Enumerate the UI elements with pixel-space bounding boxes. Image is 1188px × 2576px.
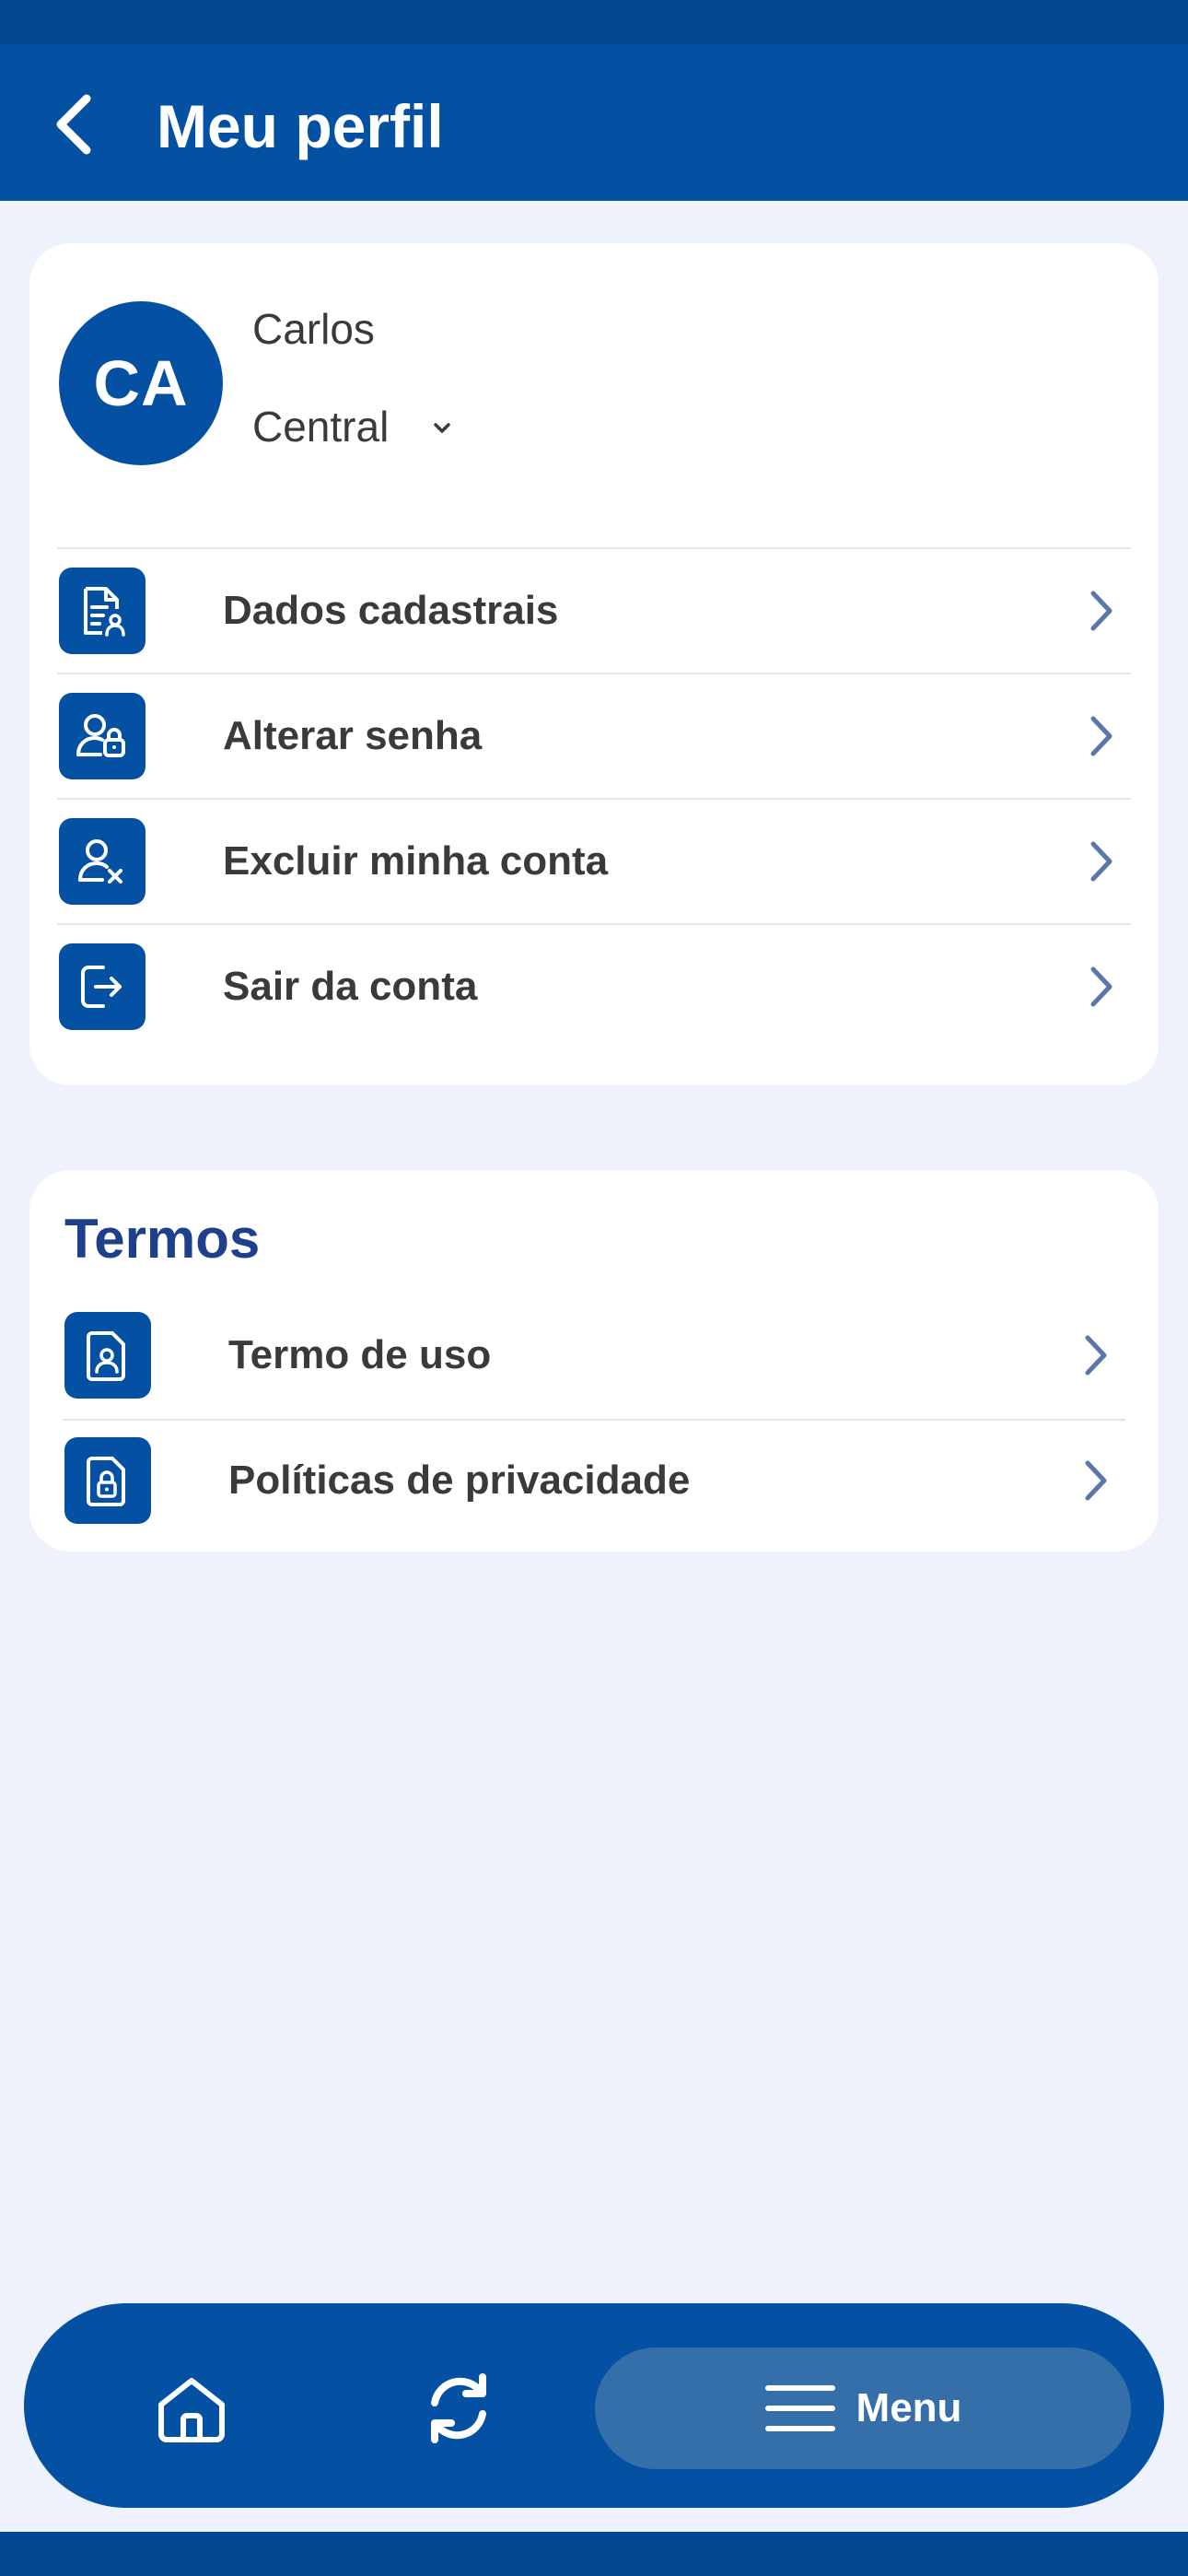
logout-icon: [59, 943, 146, 1030]
menu-item-excluir-conta[interactable]: Excluir minha conta: [57, 800, 1131, 923]
unit-selector[interactable]: Central: [252, 402, 451, 451]
menu-item-label: Políticas de privacidade: [228, 1458, 691, 1503]
user-lock-icon: [59, 693, 146, 779]
chevron-right-icon: [1083, 838, 1120, 884]
avatar: CA: [59, 301, 223, 465]
chevron-left-icon: [56, 94, 91, 155]
back-button[interactable]: [46, 92, 101, 157]
terms-card: Termos Termo de uso Políticas de privaci…: [29, 1170, 1159, 1551]
menu-item-label: Termo de uso: [228, 1332, 492, 1377]
menu-item-label: Dados cadastrais: [223, 588, 559, 633]
page-title: Meu perfil: [157, 92, 444, 160]
bottom-nav: Menu: [24, 2303, 1164, 2508]
menu-item-label: Excluir minha conta: [223, 838, 609, 884]
home-button[interactable]: [146, 2368, 238, 2451]
menu-item-sair-conta[interactable]: Sair da conta: [57, 925, 1131, 1048]
system-nav-bar: [0, 2532, 1188, 2576]
menu-item-label: Sair da conta: [223, 964, 478, 1009]
refresh-icon: [431, 2373, 486, 2443]
document-lock-icon: [64, 1437, 151, 1524]
menu-item-alterar-senha[interactable]: Alterar senha: [57, 674, 1131, 798]
chevron-down-icon: [434, 423, 451, 433]
chevron-right-icon: [1083, 713, 1120, 759]
chevron-right-icon: [1077, 1332, 1114, 1378]
user-remove-icon: [59, 818, 146, 905]
user-name: Carlos: [252, 305, 375, 353]
section-title: Termos: [64, 1208, 261, 1270]
menu-button-label: Menu: [856, 2385, 962, 2430]
hamburger-icon: [764, 2385, 835, 2431]
chevron-right-icon: [1083, 588, 1120, 634]
menu-button[interactable]: Menu: [595, 2348, 1131, 2469]
app-header: Meu perfil: [0, 44, 1188, 201]
menu-item-termo-de-uso[interactable]: Termo de uso: [63, 1294, 1125, 1417]
menu-item-label: Alterar senha: [223, 713, 483, 758]
refresh-button[interactable]: [413, 2362, 505, 2454]
chevron-right-icon: [1083, 964, 1120, 1010]
unit-label: Central: [252, 403, 390, 451]
profile-card: CA Carlos Central Dados cadastrais Alter…: [29, 243, 1159, 1085]
menu-item-politicas-privacidade[interactable]: Políticas de privacidade: [63, 1419, 1125, 1542]
document-user-icon: [64, 1312, 151, 1399]
chevron-right-icon: [1077, 1458, 1114, 1504]
status-bar: [0, 0, 1188, 44]
menu-item-dados-cadastrais[interactable]: Dados cadastrais: [57, 549, 1131, 673]
document-user-icon: [59, 568, 146, 654]
home-icon: [158, 2378, 225, 2442]
